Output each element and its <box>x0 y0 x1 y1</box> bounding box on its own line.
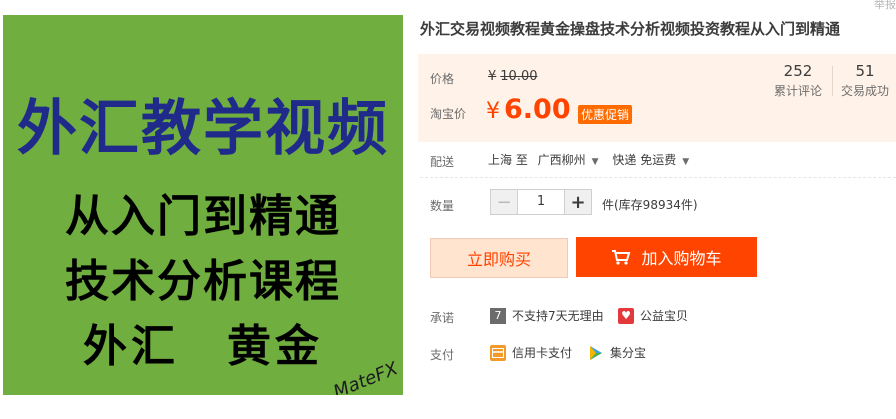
destination-text: 广西柳州 <box>537 153 586 167</box>
stock-info: 件(库存98934件) <box>602 198 698 212</box>
original-currency: ¥ <box>488 69 497 84</box>
payment-label: 支付 <box>430 348 455 362</box>
promo-price: ¥6.00 <box>486 94 571 125</box>
promise-no-7day-return-text: 不支持7天无理由 <box>512 309 604 323</box>
quantity-increase-button[interactable]: + <box>564 189 592 215</box>
promo-price-label: 淘宝价 <box>430 107 467 121</box>
promo-price-value: 6.00 <box>504 94 571 125</box>
divider <box>420 177 896 179</box>
reviews-count: 252 <box>783 62 813 80</box>
quantity-label: 数量 <box>430 199 455 213</box>
add-to-cart-label: 加入购物车 <box>641 249 722 268</box>
shipping-label: 配送 <box>430 155 455 169</box>
reviews-stat[interactable]: 252 累计评论 <box>766 62 830 99</box>
promise-charity[interactable]: ♥ 公益宝贝 <box>618 307 688 324</box>
shipping-info: 上海 至 广西柳州 ▼ 快递 免运费 ▼ <box>488 151 699 168</box>
original-price-value: 10.00 <box>500 69 538 84</box>
chevron-down-icon: ▼ <box>591 157 599 167</box>
payment-credit-card[interactable]: 信用卡支付 <box>490 344 572 361</box>
report-link[interactable]: 举报 <box>874 0 896 12</box>
shipping-method[interactable]: 快递 免运费 ▼ <box>612 153 699 167</box>
promise-label: 承诺 <box>430 311 455 325</box>
seven-days-icon: 7 <box>490 307 506 324</box>
reviews-label: 累计评论 <box>773 84 822 98</box>
product-title: 外汇交易视频教程黄金操盘技术分析视频投资教程从入门到精通 <box>420 20 841 38</box>
quantity-input[interactable]: 1 <box>518 189 564 215</box>
price-panel: 价格 ¥10.00 淘宝价 ¥6.00 优惠促销 252 累计评论 51 交易成… <box>418 54 896 142</box>
stat-divider <box>832 66 833 96</box>
payment-credit-card-text: 信用卡支付 <box>512 346 573 360</box>
promise-no-7day-return[interactable]: 7 不支持7天无理由 <box>490 307 604 324</box>
image-text-line1: 外汇教学视频 <box>17 94 389 164</box>
original-price: ¥10.00 <box>488 69 538 84</box>
heart-icon: ♥ <box>618 307 634 324</box>
promo-badge: 优惠促销 <box>578 105 633 124</box>
shipping-method-text: 快递 免运费 <box>612 153 677 167</box>
payment-jifenbao-text: 集分宝 <box>610 346 647 360</box>
shipping-from: 上海 至 <box>488 153 528 167</box>
image-text-line2: 从入门到精通 <box>65 191 341 242</box>
add-to-cart-button[interactable]: 加入购物车 <box>576 237 757 277</box>
quantity-stepper[interactable]: − 1 + <box>490 189 592 215</box>
deals-stat: 51 交易成功 <box>836 62 894 99</box>
shipping-destination[interactable]: 广西柳州 ▼ <box>538 153 609 167</box>
price-label: 价格 <box>430 72 455 86</box>
deals-count: 51 <box>855 62 875 80</box>
quantity-decrease-button[interactable]: − <box>490 189 518 215</box>
chevron-down-icon: ▼ <box>682 157 690 167</box>
promise-charity-text: 公益宝贝 <box>640 309 689 323</box>
promo-currency: ¥ <box>486 99 500 124</box>
image-text-line3: 技术分析课程 <box>65 256 341 307</box>
payment-jifenbao[interactable]: 集分宝 <box>588 344 646 361</box>
product-image[interactable]: 外汇教学视频 从入门到精通 技术分析课程 外汇 黄金 MateFX <box>3 15 403 395</box>
deals-label: 交易成功 <box>840 84 889 98</box>
credit-card-icon <box>490 344 506 361</box>
cart-icon <box>612 250 631 265</box>
image-text-line4: 外汇 黄金 <box>83 321 323 372</box>
buy-now-button[interactable]: 立即购买 <box>430 238 568 278</box>
jifenbao-icon <box>588 345 604 361</box>
